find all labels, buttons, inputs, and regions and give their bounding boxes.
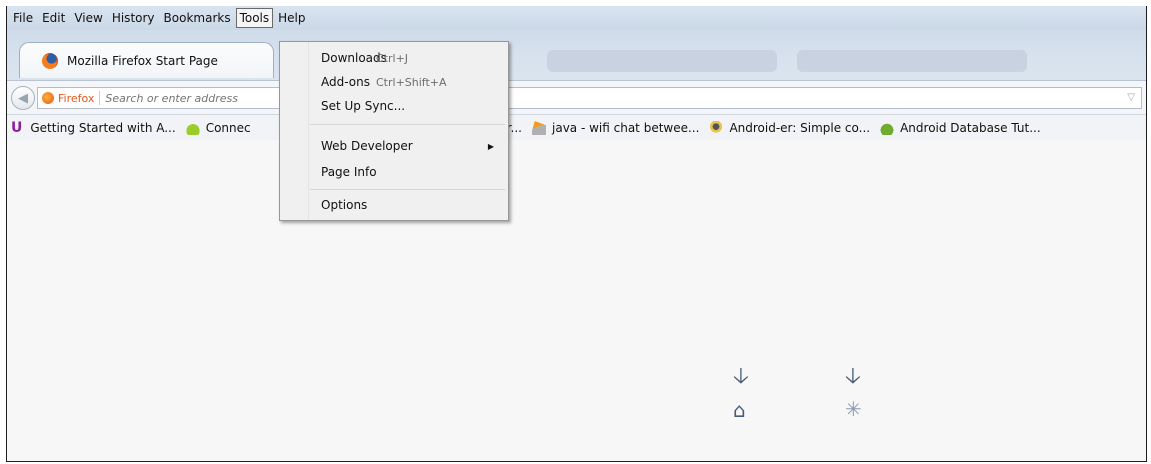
back-arrow-icon: ◀ <box>18 90 28 106</box>
tab-active[interactable]: Mozilla Firefox Start Page <box>19 42 274 78</box>
robot-icon <box>709 121 724 135</box>
navigation-bar: ◀ Firefox ▽ <box>7 80 1146 115</box>
submenu-arrow-icon: ▶ <box>487 141 494 151</box>
menu-item-options[interactable]: Options <box>280 193 508 217</box>
menu-history[interactable]: History <box>108 8 159 28</box>
bookmark-label: Android-er: Simple co... <box>729 121 871 135</box>
menu-help[interactable]: Help <box>274 8 309 28</box>
bookmark-item[interactable]: Android Database Tut... <box>876 121 1041 135</box>
bookmark-item[interactable]: U Getting Started with A... <box>7 120 176 136</box>
tab-title: Mozilla Firefox Start Page <box>67 53 218 68</box>
menu-item-label: Add-ons <box>321 75 370 89</box>
menu-item-shortcut: Ctrl+Shift+A <box>376 75 447 89</box>
android-icon <box>185 121 200 135</box>
bookmark-label: Getting Started with A... <box>30 121 176 135</box>
bookmark-item[interactable]: java - wifi chat betwee... <box>528 121 699 135</box>
url-bar[interactable]: Firefox ▽ <box>37 87 1142 109</box>
home-icon[interactable]: ⌂ <box>733 398 746 422</box>
firefox-identity-icon <box>42 92 54 104</box>
identity-label: Firefox <box>58 91 95 105</box>
menu-tools[interactable]: Tools <box>235 8 274 28</box>
menu-item-page-info[interactable]: Page Info <box>280 160 508 184</box>
bookmark-label: java - wifi chat betwee... <box>552 121 700 135</box>
menu-item-addons[interactable]: Add-ons Ctrl+Shift+A <box>280 70 508 94</box>
background-tab[interactable] <box>547 50 777 72</box>
menu-item-label: Page Info <box>321 165 377 179</box>
tools-menu-popup: Downloads Ctrl+J Add-ons Ctrl+Shift+A Se… <box>279 41 509 221</box>
menu-item-web-developer[interactable]: Web Developer ▶ <box>280 134 508 158</box>
android-head-icon <box>880 121 895 135</box>
bookmark-item[interactable]: Android-er: Simple co... <box>705 121 870 135</box>
browser-chrome: File Edit View History Bookmarks Tools H… <box>7 6 1146 156</box>
menu-item-downloads[interactable]: Downloads Ctrl+J <box>280 46 508 70</box>
bookmarks-toolbar: U Getting Started with A... Connec ed | … <box>7 114 1146 142</box>
url-dropdown-icon[interactable]: ▽ <box>1127 92 1135 103</box>
stackoverflow-icon <box>532 121 546 135</box>
browser-window: File Edit View History Bookmarks Tools H… <box>6 6 1147 462</box>
tab-strip: Mozilla Firefox Start Page <box>7 30 1146 80</box>
loading-spinner-icon: ✳ <box>845 397 862 421</box>
menu-bookmarks[interactable]: Bookmarks <box>160 8 235 28</box>
back-button[interactable]: ◀ <box>11 86 35 110</box>
page-content: 🡣 🡣 ⌂ ✳ <box>7 140 1146 461</box>
menu-item-label: Set Up Sync... <box>321 99 406 113</box>
download-arrow-icon[interactable]: 🡣 <box>845 366 861 388</box>
u-icon: U <box>11 120 23 136</box>
menu-edit[interactable]: Edit <box>38 8 69 28</box>
menu-separator <box>310 189 505 190</box>
menu-item-sync[interactable]: Set Up Sync... <box>280 94 508 118</box>
bookmark-label: Connec <box>205 121 251 135</box>
bookmark-label: Android Database Tut... <box>900 121 1041 135</box>
url-separator <box>99 91 101 105</box>
firefox-icon <box>42 52 58 69</box>
download-arrow-icon[interactable]: 🡣 <box>733 366 749 388</box>
menu-item-label: Web Developer <box>321 139 413 153</box>
menu-file[interactable]: File <box>9 8 37 28</box>
url-input[interactable] <box>105 91 276 105</box>
menu-item-label: Options <box>321 198 368 212</box>
menu-view[interactable]: View <box>70 8 106 28</box>
bookmark-item[interactable]: Connec <box>182 121 251 135</box>
menu-bar: File Edit View History Bookmarks Tools H… <box>7 6 1146 30</box>
background-tab[interactable] <box>797 50 1027 72</box>
menu-separator <box>310 124 505 125</box>
menu-item-shortcut: Ctrl+J <box>376 51 409 65</box>
